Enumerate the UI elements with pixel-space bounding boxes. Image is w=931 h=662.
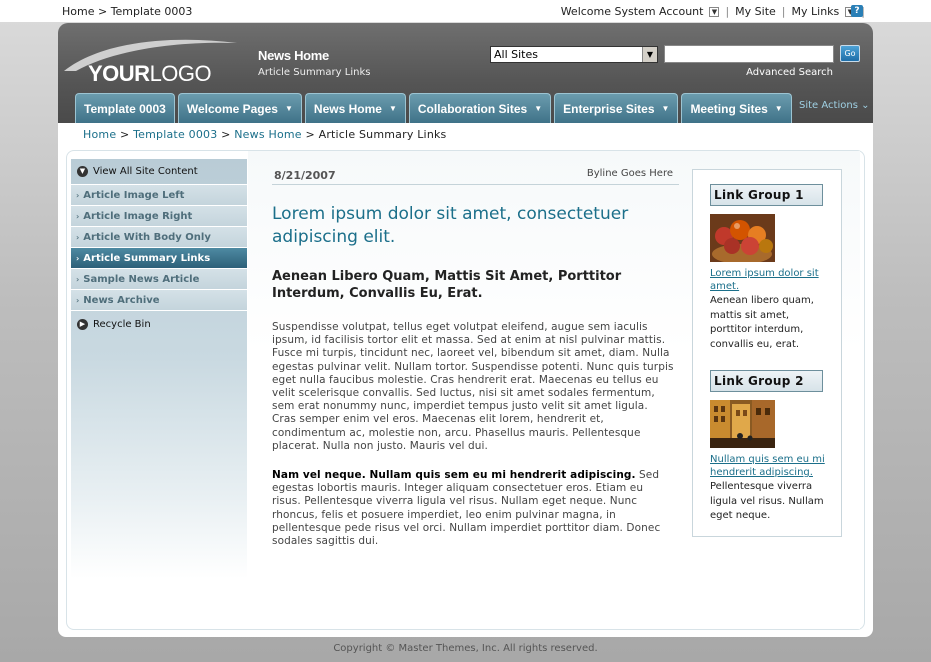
paragraph-lead: Nam vel neque. Nullam quis sem eu mi hen… bbox=[272, 469, 636, 481]
page-body: Home > Template 0003 > News Home > Artic… bbox=[58, 123, 873, 637]
site-actions-label: Site Actions bbox=[799, 100, 858, 111]
breadcrumb-home[interactable]: Home bbox=[83, 128, 116, 141]
tab-label: Meeting Sites bbox=[690, 101, 768, 116]
recycle-bin-label: Recycle Bin bbox=[93, 318, 151, 330]
help-icon[interactable]: ? bbox=[851, 5, 863, 17]
link-group-link[interactable]: Lorem ipsum dolor sit amet. bbox=[710, 267, 825, 293]
arrow-right-icon: › bbox=[76, 253, 80, 263]
sidebar-item-article-image-left[interactable]: › Article Image Left bbox=[71, 185, 247, 206]
breadcrumb-news-home[interactable]: News Home bbox=[234, 128, 302, 141]
view-all-label: View All Site Content bbox=[93, 166, 198, 177]
logo-rest: LOGO bbox=[149, 61, 212, 86]
logo-bold: YOUR bbox=[88, 61, 150, 86]
search-scope-select[interactable]: All Sites ▼ bbox=[490, 46, 658, 63]
tab-label: Enterprise Sites bbox=[563, 101, 655, 116]
chevron-down-icon[interactable]: ▼ bbox=[775, 104, 783, 113]
breadcrumb-separator: > bbox=[221, 128, 235, 141]
chevron-down-icon[interactable]: ▼ bbox=[534, 104, 542, 113]
sidebar-item-label: Article Image Left bbox=[83, 189, 185, 201]
tab-enterprise-sites[interactable]: Enterprise Sites ▼ bbox=[554, 93, 679, 123]
breadcrumb-separator: > bbox=[305, 128, 319, 141]
breadcrumb-current: Article Summary Links bbox=[318, 128, 447, 141]
link-group-link[interactable]: Nullam quis sem eu mi hendrerit adipisci… bbox=[710, 453, 825, 479]
site-logo[interactable]: YOURLOGO bbox=[88, 61, 212, 87]
arrow-right-icon: › bbox=[76, 211, 80, 221]
tab-welcome-pages[interactable]: Welcome Pages ▼ bbox=[177, 93, 302, 123]
article-meta: 8/21/2007 Byline Goes Here bbox=[272, 168, 679, 185]
chevron-down-icon: ▼ bbox=[77, 166, 88, 177]
chevron-down-icon[interactable]: ▼ bbox=[709, 6, 720, 17]
sidebar-item-article-body-only[interactable]: › Article With Body Only bbox=[71, 227, 247, 248]
site-header: YOURLOGO News Home Article Summary Links… bbox=[58, 23, 873, 123]
arrow-right-icon: ▶ bbox=[77, 318, 88, 330]
arrow-right-icon: › bbox=[76, 295, 80, 305]
footer-copyright: Copyright © Master Themes, Inc. All righ… bbox=[333, 643, 598, 654]
search-go-button[interactable]: Go bbox=[840, 45, 860, 62]
link-group-text: Aenean libero quam, mattis sit amet, por… bbox=[710, 295, 814, 350]
breadcrumb-separator: > bbox=[120, 128, 134, 141]
tab-news-home[interactable]: News Home ▼ bbox=[304, 93, 406, 123]
breadcrumb: Home > Template 0003 > News Home > Artic… bbox=[83, 128, 447, 141]
article-byline: Byline Goes Here bbox=[586, 168, 673, 179]
sidebar-item-label: Article Image Right bbox=[83, 210, 193, 222]
tab-label: News Home bbox=[313, 101, 382, 116]
chevron-down-icon[interactable]: ▼ bbox=[662, 104, 670, 113]
chevron-down-icon[interactable]: ▼ bbox=[389, 104, 397, 113]
chevron-down-icon[interactable]: ▼ bbox=[285, 104, 293, 113]
sidebar-item-sample-news-article[interactable]: › Sample News Article bbox=[71, 269, 247, 290]
article-main: 8/21/2007 Byline Goes Here Lorem ipsum d… bbox=[248, 151, 860, 629]
article-subtitle: Aenean Libero Quam, Mattis Sit Amet, Por… bbox=[272, 269, 622, 301]
view-all-site-content[interactable]: ▼ View All Site Content bbox=[71, 159, 247, 185]
arrow-right-icon: › bbox=[76, 232, 80, 242]
chevron-down-icon[interactable]: ▼ bbox=[642, 47, 657, 62]
chevron-down-icon: ⌄ bbox=[861, 100, 870, 111]
top-breadcrumb[interactable]: Home > Template 0003 bbox=[62, 5, 192, 18]
advanced-search-link[interactable]: Advanced Search bbox=[746, 67, 833, 78]
sidebar-item-label: Article Summary Links bbox=[83, 252, 211, 264]
tab-label: Welcome Pages bbox=[186, 101, 278, 116]
sidebar-item-label: News Archive bbox=[83, 294, 160, 306]
article-title: Lorem ipsum dolor sit amet, consectetuer… bbox=[272, 204, 629, 247]
sidebar-item-news-archive[interactable]: › News Archive bbox=[71, 290, 247, 311]
sidebar-item-label: Article With Body Only bbox=[83, 231, 211, 243]
sidebar-item-article-image-right[interactable]: › Article Image Right bbox=[71, 206, 247, 227]
my-links-menu[interactable]: My Links bbox=[792, 5, 840, 18]
welcome-menu[interactable]: Welcome System Account bbox=[561, 5, 704, 18]
sidebar-item-article-summary-links[interactable]: › Article Summary Links bbox=[71, 248, 247, 269]
divider: | bbox=[781, 5, 786, 18]
user-links: Welcome System Account ▼ | My Site | My … bbox=[561, 5, 865, 18]
my-site-link[interactable]: My Site bbox=[735, 5, 776, 18]
search-input[interactable] bbox=[664, 45, 834, 63]
article-date: 8/21/2007 bbox=[274, 169, 336, 182]
site-subtitle: Article Summary Links bbox=[258, 67, 371, 78]
left-navigation: ▼ View All Site Content › Article Image L… bbox=[71, 159, 247, 619]
site-title[interactable]: News Home bbox=[258, 48, 329, 63]
link-group-text: Pellentesque viverra ligula vel risus. N… bbox=[710, 481, 824, 521]
tab-collaboration-sites[interactable]: Collaboration Sites ▼ bbox=[408, 93, 552, 123]
recycle-bin-link[interactable]: ▶ Recycle Bin bbox=[71, 312, 247, 336]
link-groups-panel: Link Group 1 Lorem ipsum dolor sit amet.… bbox=[692, 169, 842, 537]
sidebar-item-label: Sample News Article bbox=[83, 273, 200, 285]
breadcrumb-template[interactable]: Template 0003 bbox=[133, 128, 217, 141]
tab-label: Template 0003 bbox=[84, 101, 166, 116]
tab-label: Collaboration Sites bbox=[417, 101, 528, 116]
article-body-paragraph: Nam vel neque. Nullam quis sem eu mi hen… bbox=[272, 469, 674, 548]
city-street-image bbox=[710, 400, 775, 448]
link-group-title: Link Group 1 bbox=[710, 184, 823, 206]
site-actions-menu[interactable]: Site Actions ⌄ bbox=[799, 100, 869, 111]
link-group-title: Link Group 2 bbox=[710, 370, 823, 392]
content-frame: ▼ View All Site Content › Article Image L… bbox=[66, 150, 865, 630]
article-body-paragraph: Suspendisse volutpat, tellus eget volutp… bbox=[272, 321, 674, 452]
top-nav-tabs: Template 0003 Welcome Pages ▼ News Home ▼ … bbox=[75, 93, 792, 123]
tab-template-0003[interactable]: Template 0003 bbox=[75, 93, 175, 123]
top-bar: Home > Template 0003 Welcome System Acco… bbox=[0, 0, 931, 22]
tab-meeting-sites[interactable]: Meeting Sites ▼ bbox=[681, 93, 792, 123]
fruit-basket-image bbox=[710, 214, 775, 262]
divider: | bbox=[725, 5, 730, 18]
search-scope-value: All Sites bbox=[494, 48, 538, 61]
arrow-right-icon: › bbox=[76, 190, 80, 200]
arrow-right-icon: › bbox=[76, 274, 80, 284]
